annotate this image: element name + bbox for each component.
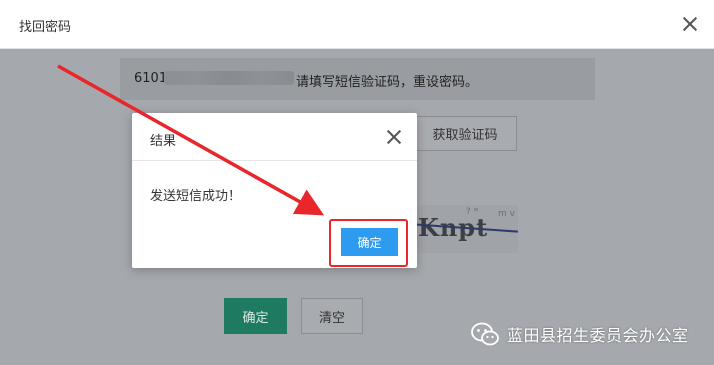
dialog-title: 找回密码 [19,20,72,35]
captcha-image[interactable]: ? ʷ m v Knpt [414,205,518,253]
blurred-phone-number [164,71,294,85]
highlight-box [329,219,408,267]
captcha-noise: m v [498,209,515,219]
clear-button[interactable]: 清空 [301,298,363,334]
wechat-icon [470,321,500,347]
watermark-text: 蓝田县招生委员会办公室 [507,326,689,345]
get-code-button[interactable]: 获取验证码 [413,116,517,151]
confirm-button[interactable]: 确定 [224,298,287,334]
popup-header: 结果 [132,113,417,161]
masked-phone-prefix: 6101 [134,71,168,86]
close-icon[interactable] [682,16,698,32]
notice-message: 请填写短信验证码，重设密码。 [296,75,479,90]
notice-bar: 6101 请填写短信验证码，重设密码。 [120,58,595,100]
popup-message: 发送短信成功！ [150,189,242,204]
popup-close-icon[interactable] [386,129,402,145]
popup-title: 结果 [150,134,177,149]
watermark: 蓝田县招生委员会办公室 [470,316,714,352]
dialog-header: 找回密码 [0,0,714,49]
